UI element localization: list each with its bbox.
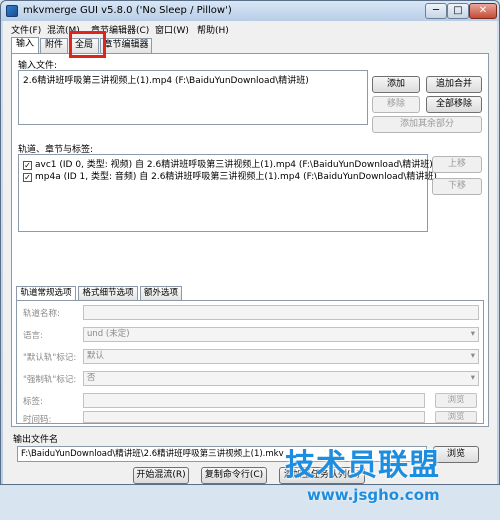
tab-chapter-editor[interactable]: 章节编辑器: [100, 38, 152, 53]
watermark: 技术员联盟 www.jsgho.com: [279, 440, 489, 520]
start-mux-button[interactable]: 开始混流(R): [133, 467, 189, 484]
app-icon: [6, 5, 18, 17]
client-area: 输入 附件 全局 章节编辑器 输入文件: 2.6精讲班呼吸第三讲视频上(1).m…: [3, 36, 497, 504]
default-flag-label: "默认轨"标记:: [23, 353, 77, 363]
append-button[interactable]: 追加合并: [426, 76, 482, 93]
language-select[interactable]: und (未定): [83, 327, 479, 342]
forced-flag-label: "强制轨"标记:: [23, 375, 77, 385]
remove-button[interactable]: 移除: [372, 96, 420, 113]
tab-attachments[interactable]: 附件: [40, 38, 68, 53]
tags-label: 标签:: [23, 397, 43, 407]
copy-command-button[interactable]: 复制命令行(C): [201, 467, 267, 484]
maximize-button[interactable]: □: [447, 3, 469, 19]
tab-extra-options[interactable]: 额外选项: [140, 286, 182, 300]
timecodes-label: 时间码:: [23, 415, 52, 425]
close-button[interactable]: ✕: [469, 3, 497, 19]
timecodes-input[interactable]: [83, 411, 425, 423]
track-row[interactable]: ✓ mp4a (ID 1, 类型: 音频) 自 2.6精讲班呼吸第三讲视频上(1)…: [23, 169, 437, 182]
track-options-panel: 轨道名称: 语言: und (未定) "默认轨"标记: 默认 "强制轨"标记: …: [16, 300, 484, 425]
add-button[interactable]: 添加: [372, 76, 420, 93]
window-title: mkvmerge GUI v5.8.0 ('No Sleep / Pillow'…: [23, 5, 232, 16]
highlight-annotation: [69, 31, 106, 58]
input-panel: 输入文件: 2.6精讲班呼吸第三讲视频上(1).mp4 (F:\BaiduYun…: [11, 53, 489, 427]
tab-input[interactable]: 输入: [11, 37, 39, 53]
move-up-button[interactable]: 上移: [432, 156, 482, 173]
watermark-brand: 技术员联盟: [285, 448, 440, 483]
tab-track-general[interactable]: 轨道常规选项: [16, 286, 76, 300]
input-files-list[interactable]: 2.6精讲班呼吸第三讲视频上(1).mp4 (F:\BaiduYunDownlo…: [18, 70, 368, 125]
app-window: mkvmerge GUI v5.8.0 ('No Sleep / Pillow'…: [0, 0, 500, 504]
add-other-parts-button[interactable]: 添加其余部分: [372, 116, 482, 133]
input-file-item[interactable]: 2.6精讲班呼吸第三讲视频上(1).mp4 (F:\BaiduYunDownlo…: [23, 73, 309, 86]
tags-browse-button[interactable]: 浏览: [435, 393, 477, 408]
menu-window[interactable]: 窗口(W): [155, 23, 189, 36]
track-name-label: 轨道名称:: [23, 309, 60, 319]
menu-file[interactable]: 文件(F): [11, 23, 41, 36]
language-label: 语言:: [23, 331, 43, 341]
watermark-url: www.jsgho.com: [307, 486, 440, 504]
forced-flag-select[interactable]: 否: [83, 371, 479, 386]
minimize-button[interactable]: ─: [425, 3, 447, 19]
track-checkbox[interactable]: ✓: [23, 173, 32, 182]
default-flag-select[interactable]: 默认: [83, 349, 479, 364]
track-name-input[interactable]: [83, 305, 479, 320]
title-bar[interactable]: mkvmerge GUI v5.8.0 ('No Sleep / Pillow'…: [1, 1, 499, 21]
move-down-button[interactable]: 下移: [432, 178, 482, 195]
timecodes-browse-button[interactable]: 浏览: [435, 411, 477, 423]
remove-all-button[interactable]: 全部移除: [426, 96, 482, 113]
tab-format-details[interactable]: 格式细节选项: [78, 286, 138, 300]
track-label: mp4a (ID 1, 类型: 音频) 自 2.6精讲班呼吸第三讲视频上(1).…: [35, 172, 437, 182]
tracks-list[interactable]: ✓ avc1 (ID 0, 类型: 视频) 自 2.6精讲班呼吸第三讲视频上(1)…: [18, 154, 437, 232]
output-filename-label: 输出文件名: [13, 435, 59, 445]
tags-input[interactable]: [83, 393, 425, 408]
menu-help[interactable]: 帮助(H): [197, 23, 229, 36]
